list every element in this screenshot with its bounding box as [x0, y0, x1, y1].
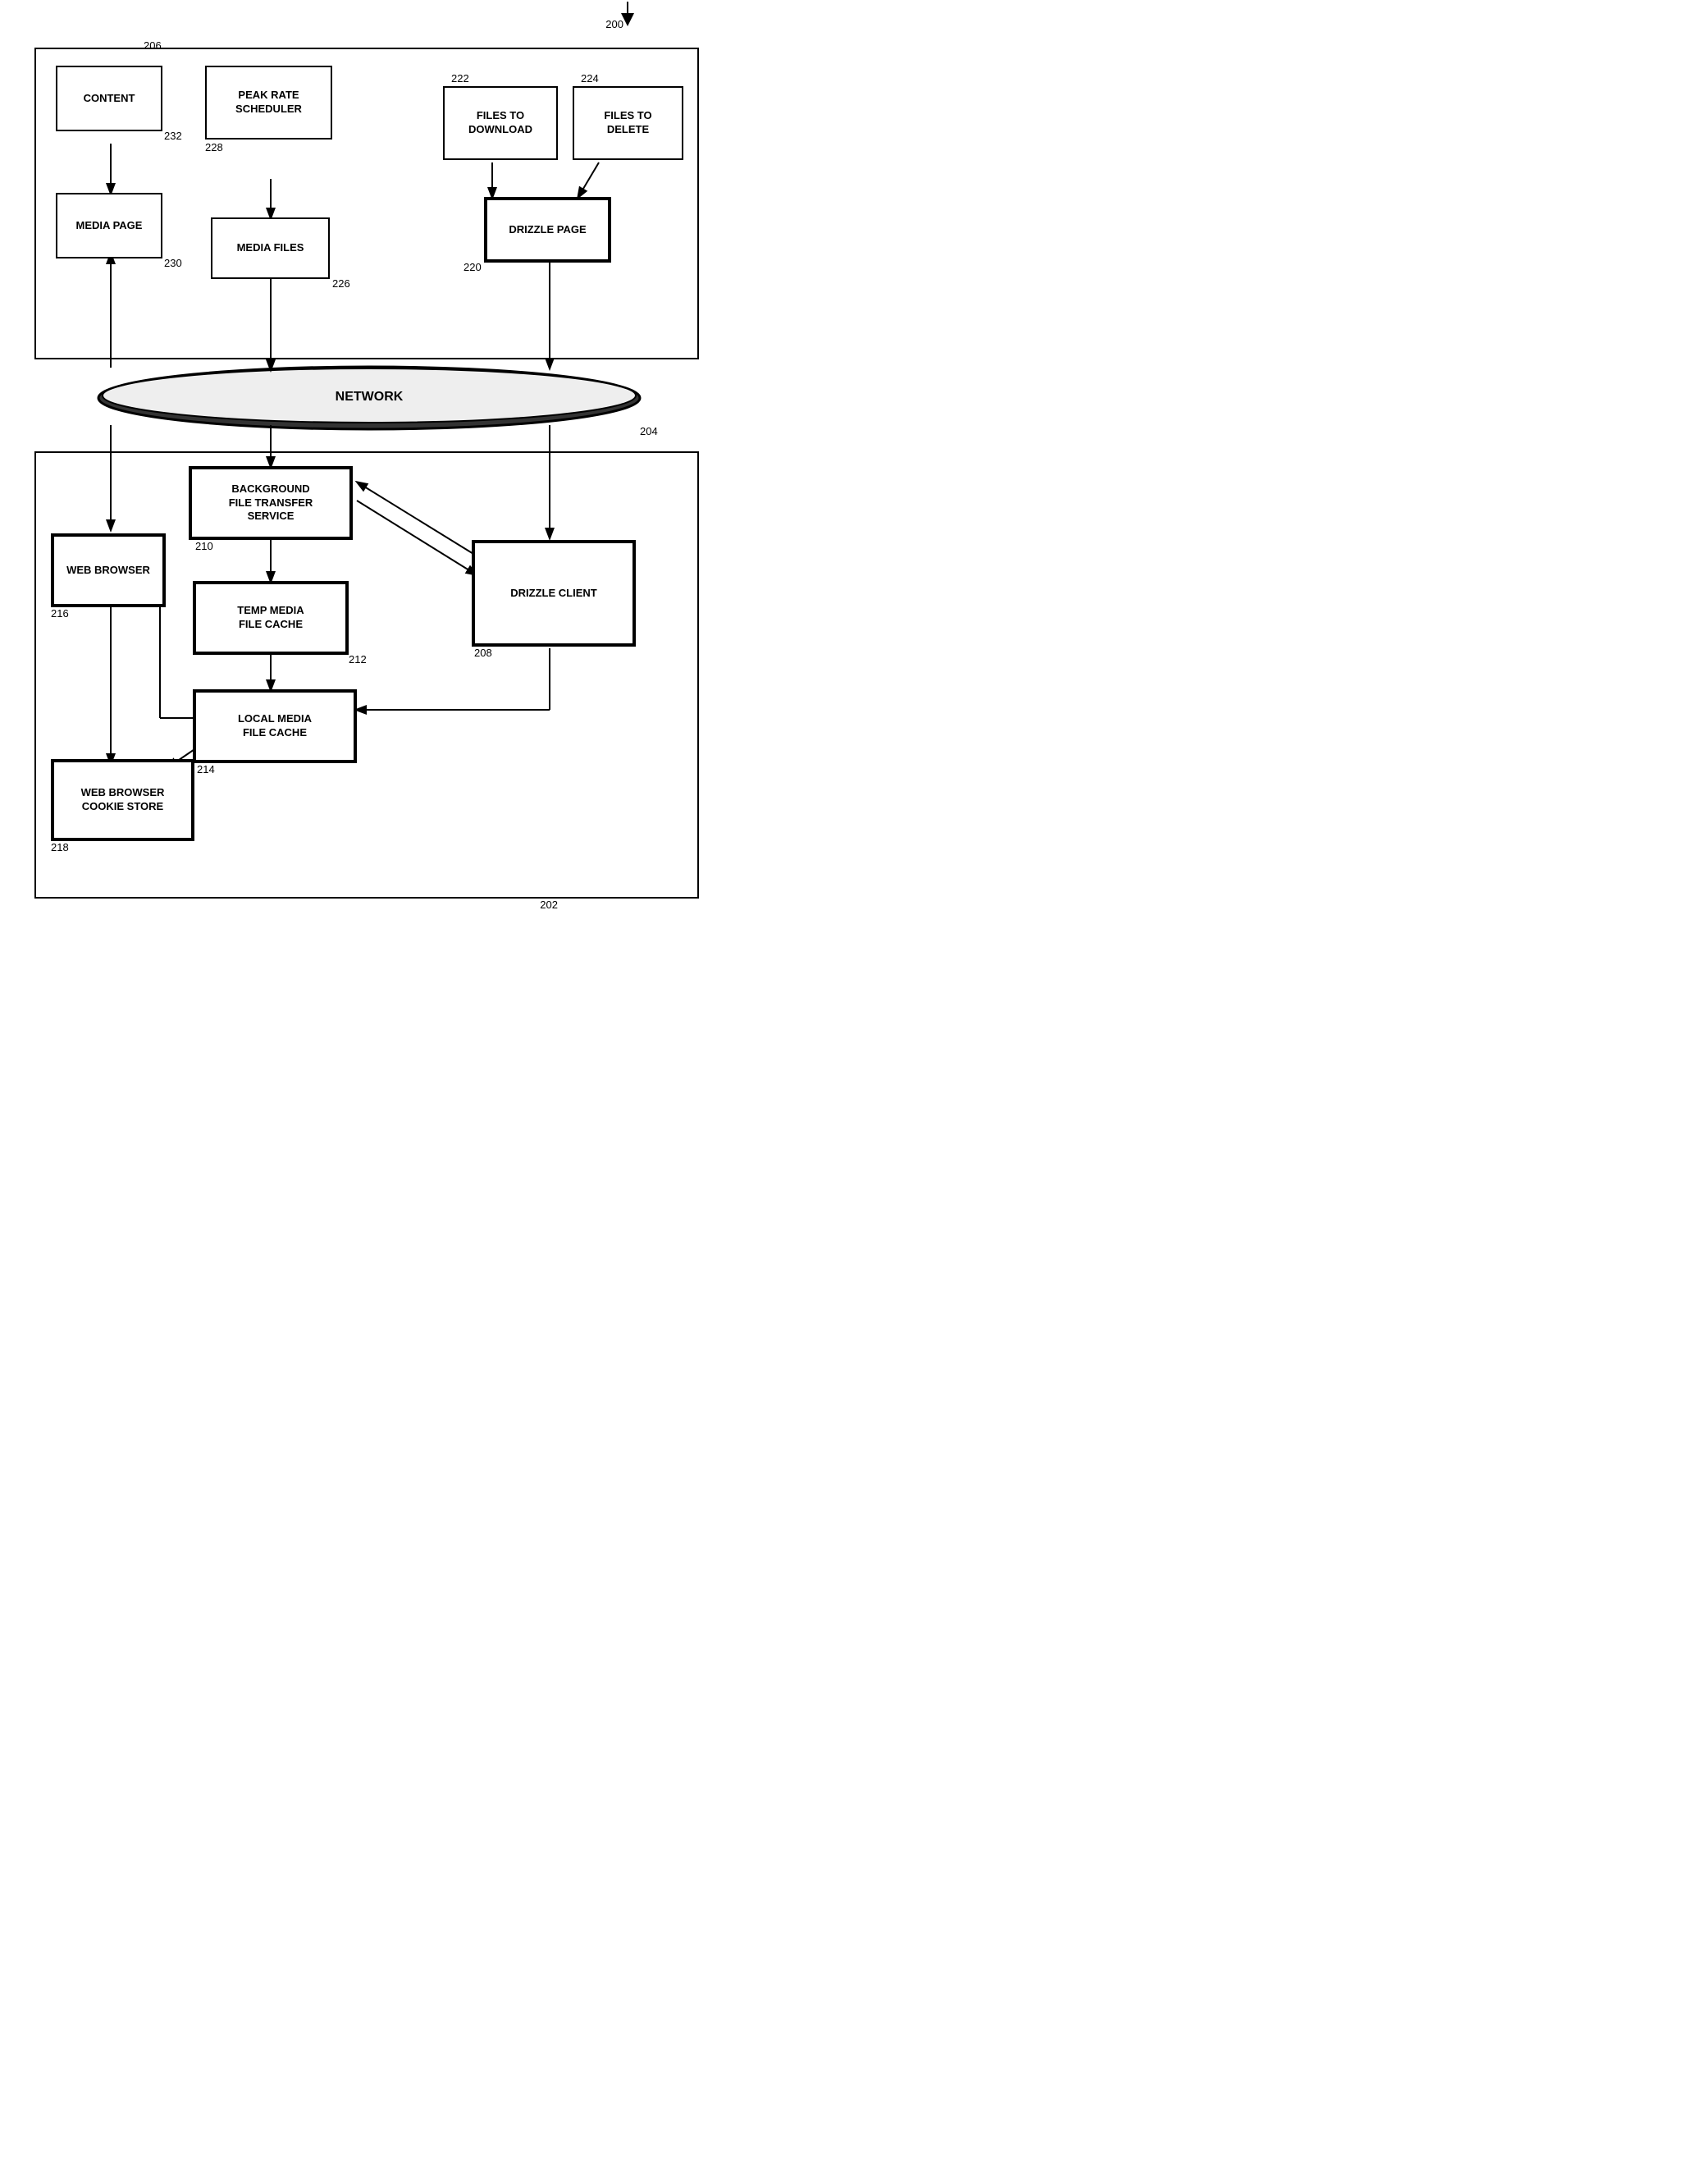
background-file-transfer-label: BACKGROUNDFILE TRANSFERSERVICE: [229, 483, 313, 524]
ref-218: 218: [51, 841, 69, 853]
media-files-label: MEDIA FILES: [237, 241, 304, 255]
web-browser-cookie-store-label: WEB BROWSERCOOKIE STORE: [81, 786, 165, 814]
peak-rate-scheduler-label: PEAK RATESCHEDULER: [235, 89, 302, 117]
media-page-box: MEDIA PAGE: [56, 193, 162, 258]
ref-216: 216: [51, 607, 69, 620]
media-files-box: MEDIA FILES: [211, 217, 330, 279]
files-to-delete-box: FILES TODELETE: [573, 86, 683, 160]
content-box: CONTENT: [56, 66, 162, 131]
web-browser-label: WEB BROWSER: [66, 564, 150, 578]
temp-media-file-cache-label: TEMP MEDIAFILE CACHE: [237, 604, 304, 632]
ref-228: 228: [205, 141, 223, 153]
ref-220: 220: [464, 261, 482, 273]
arrow-200: [615, 2, 640, 26]
files-to-download-box: FILES TODOWNLOAD: [443, 86, 558, 160]
ref-202: 202: [540, 899, 558, 911]
ref-222: 222: [451, 72, 469, 85]
drizzle-client-box: DRIZZLE CLIENT: [472, 540, 636, 647]
files-to-delete-label: FILES TODELETE: [604, 109, 651, 137]
web-browser-cookie-store-box: WEB BROWSERCOOKIE STORE: [51, 759, 194, 841]
ref-232: 232: [164, 130, 182, 142]
media-page-label: MEDIA PAGE: [76, 219, 143, 233]
content-label: CONTENT: [84, 92, 135, 106]
ref-214: 214: [197, 763, 215, 775]
ref-226: 226: [332, 277, 350, 290]
drizzle-page-box: DRIZZLE PAGE: [484, 197, 611, 263]
local-media-file-cache-label: LOCAL MEDIAFILE CACHE: [238, 712, 312, 740]
files-to-download-label: FILES TODOWNLOAD: [468, 109, 532, 137]
diagram-container: 200 206 202 NETWORK 204: [16, 16, 722, 919]
ref-224: 224: [581, 72, 599, 85]
temp-media-file-cache-box: TEMP MEDIAFILE CACHE: [193, 581, 349, 655]
svg-text:204: 204: [640, 425, 658, 437]
background-file-transfer-box: BACKGROUNDFILE TRANSFERSERVICE: [189, 466, 353, 540]
ref-210: 210: [195, 540, 213, 552]
drizzle-page-label: DRIZZLE PAGE: [509, 223, 586, 237]
ref-208: 208: [474, 647, 492, 659]
ref-230: 230: [164, 257, 182, 269]
local-media-file-cache-box: LOCAL MEDIAFILE CACHE: [193, 689, 357, 763]
drizzle-client-label: DRIZZLE CLIENT: [510, 587, 596, 601]
svg-text:NETWORK: NETWORK: [336, 390, 404, 404]
peak-rate-scheduler-box: PEAK RATESCHEDULER: [205, 66, 332, 140]
ref-212: 212: [349, 653, 367, 665]
web-browser-box: WEB BROWSER: [51, 533, 166, 607]
